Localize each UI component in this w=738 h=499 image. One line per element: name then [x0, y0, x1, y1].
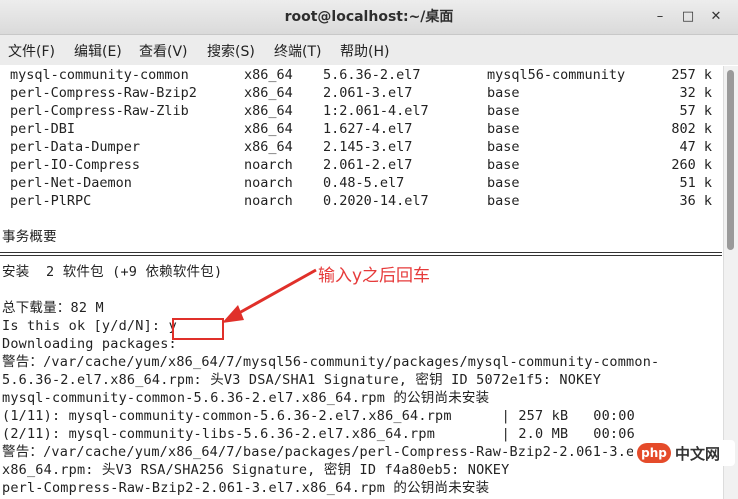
annotation-text: 输入y之后回车: [318, 266, 431, 286]
watermark-text: 中文网: [675, 445, 721, 463]
watermark-logo: php: [637, 443, 671, 463]
annotation-arrow: [222, 268, 317, 323]
watermark: php 中文网: [633, 440, 735, 466]
